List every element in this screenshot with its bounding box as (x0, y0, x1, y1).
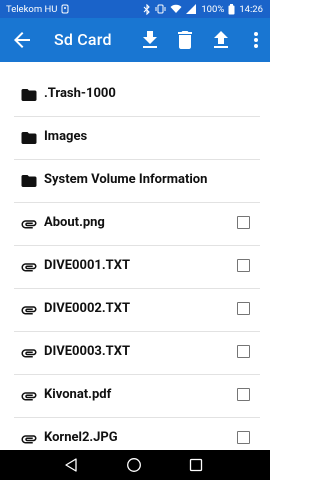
list-item-file[interactable]: DIVE0001.TXT (14, 246, 260, 289)
select-checkbox[interactable] (237, 431, 250, 444)
file-list: .Trash-1000 Images System Volume Informa… (0, 62, 270, 461)
attachment-icon (20, 344, 38, 362)
list-item-file[interactable]: About.png (14, 203, 260, 246)
carrier-label: Telekom HU (6, 3, 58, 15)
file-name: About.png (44, 215, 105, 230)
clock: 14:26 (239, 3, 263, 15)
status-bar: Telekom HU 100% 14:26 (0, 0, 270, 18)
file-name: DIVE0001.TXT (44, 258, 131, 273)
vibrate-icon (155, 4, 166, 14)
list-item-folder[interactable]: System Volume Information (14, 160, 260, 203)
system-nav-bar (0, 450, 270, 480)
signal-icon (186, 4, 197, 14)
app-bar: Sd Card (0, 18, 270, 62)
nav-recents-icon[interactable] (188, 457, 204, 473)
delete-icon[interactable] (173, 28, 197, 52)
list-item-file[interactable]: DIVE0003.TXT (14, 332, 260, 375)
wifi-icon (170, 4, 182, 14)
bluetooth-icon (143, 3, 151, 15)
file-name: Kornel2.JPG (44, 430, 118, 445)
select-checkbox[interactable] (237, 259, 250, 272)
nav-back-icon[interactable] (63, 457, 79, 473)
file-name: DIVE0003.TXT (44, 344, 131, 359)
list-item-file[interactable]: DIVE0002.TXT (14, 289, 260, 332)
nav-home-icon[interactable] (126, 457, 142, 473)
usb-debug-icon (61, 4, 69, 14)
attachment-icon (20, 258, 38, 276)
attachment-icon (20, 387, 38, 405)
battery-icon (228, 3, 235, 15)
file-name: .Trash-1000 (44, 86, 116, 101)
more-vert-icon[interactable] (244, 28, 268, 52)
select-checkbox[interactable] (237, 216, 250, 229)
list-item-folder[interactable]: .Trash-1000 (14, 74, 260, 117)
folder-icon (20, 129, 38, 147)
select-checkbox[interactable] (237, 302, 250, 315)
folder-icon (20, 172, 38, 190)
back-arrow-icon[interactable] (10, 28, 34, 52)
list-item-folder[interactable]: Images (14, 117, 260, 160)
file-name: DIVE0002.TXT (44, 301, 131, 316)
select-checkbox[interactable] (237, 388, 250, 401)
download-icon[interactable] (138, 28, 162, 52)
file-name: System Volume Information (44, 172, 208, 187)
attachment-icon (20, 430, 38, 448)
file-name: Images (44, 129, 88, 144)
attachment-icon (20, 215, 38, 233)
battery-percent: 100% (201, 3, 225, 15)
file-name: Kivonat.pdf (44, 387, 112, 402)
attachment-icon (20, 301, 38, 319)
select-checkbox[interactable] (237, 345, 250, 358)
folder-icon (20, 86, 38, 104)
page-title: Sd Card (54, 30, 112, 49)
upload-icon[interactable] (209, 28, 233, 52)
list-item-file[interactable]: Kivonat.pdf (14, 375, 260, 418)
